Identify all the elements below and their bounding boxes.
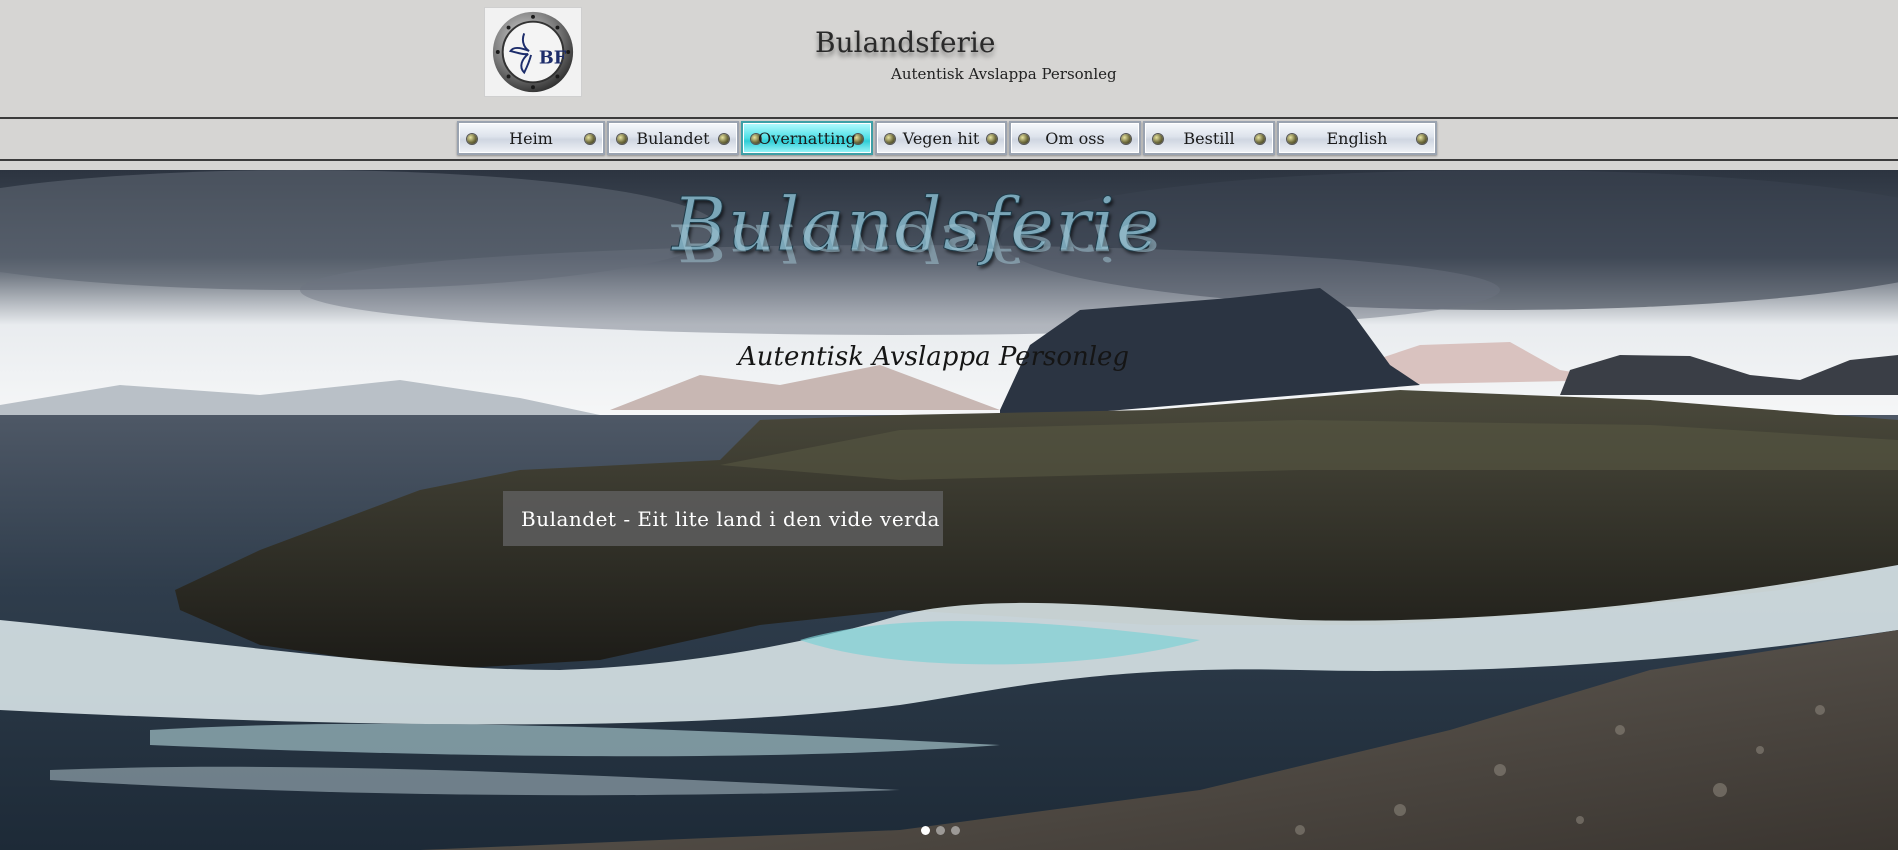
nav-item-english[interactable]: English [1277, 121, 1437, 155]
rivet-icon [1153, 134, 1163, 144]
nav-item-label: Bulandet [636, 128, 710, 148]
site-header: BF Bulandsferie Autentisk Avslappa Perso… [0, 0, 1898, 161]
slider-dot[interactable] [951, 826, 960, 835]
nav-item-label: Overnatting [758, 128, 856, 148]
logo-emblem-icon: BF [492, 11, 574, 93]
site-title: Bulandsferie [815, 26, 996, 59]
site-logo[interactable]: BF [484, 7, 582, 97]
rivet-icon [1287, 134, 1297, 144]
nav-item-label: Bestill [1183, 128, 1235, 148]
rivet-icon [1019, 134, 1029, 144]
slider-dot[interactable] [921, 826, 930, 835]
nav-item-label: English [1326, 128, 1388, 148]
rivet-icon [1121, 134, 1131, 144]
divider-top [0, 117, 1898, 119]
rivet-icon [885, 134, 895, 144]
nav-item-label: Heim [509, 128, 553, 148]
nav-item-bestill[interactable]: Bestill [1143, 121, 1275, 155]
rivet-icon [1417, 134, 1427, 144]
nav-item-vegen-hit[interactable]: Vegen hit [875, 121, 1007, 155]
slider-pagination [921, 826, 960, 835]
slide-caption: Bulandet - Eit lite land i den vide verd… [503, 491, 943, 546]
nav-item-overnatting[interactable]: Overnatting [741, 121, 873, 155]
rivet-icon [585, 134, 595, 144]
hero-slider[interactable]: Bulandsferie Bulandsferie Autentisk Avsl… [0, 170, 1898, 850]
rivet-icon [1255, 134, 1265, 144]
hero-brand-reflection: Bulandsferie [672, 211, 1161, 272]
nav-item-heim[interactable]: Heim [457, 121, 605, 155]
rivet-icon [719, 134, 729, 144]
rivet-icon [987, 134, 997, 144]
slider-dot[interactable] [936, 826, 945, 835]
nav-item-om-oss[interactable]: Om oss [1009, 121, 1141, 155]
hero-script-tagline: Autentisk Avslappa Personleg [738, 342, 1130, 372]
site-tagline: Autentisk Avslappa Personleg [891, 65, 1117, 83]
svg-text:BF: BF [539, 48, 567, 69]
divider-bottom [0, 159, 1898, 161]
nav-item-label: Vegen hit [902, 128, 980, 148]
rivet-icon [467, 134, 477, 144]
nav-item-label: Om oss [1045, 128, 1105, 148]
nav-item-bulandet[interactable]: Bulandet [607, 121, 739, 155]
rivet-icon [617, 134, 627, 144]
hero-landscape-image [0, 170, 1898, 850]
